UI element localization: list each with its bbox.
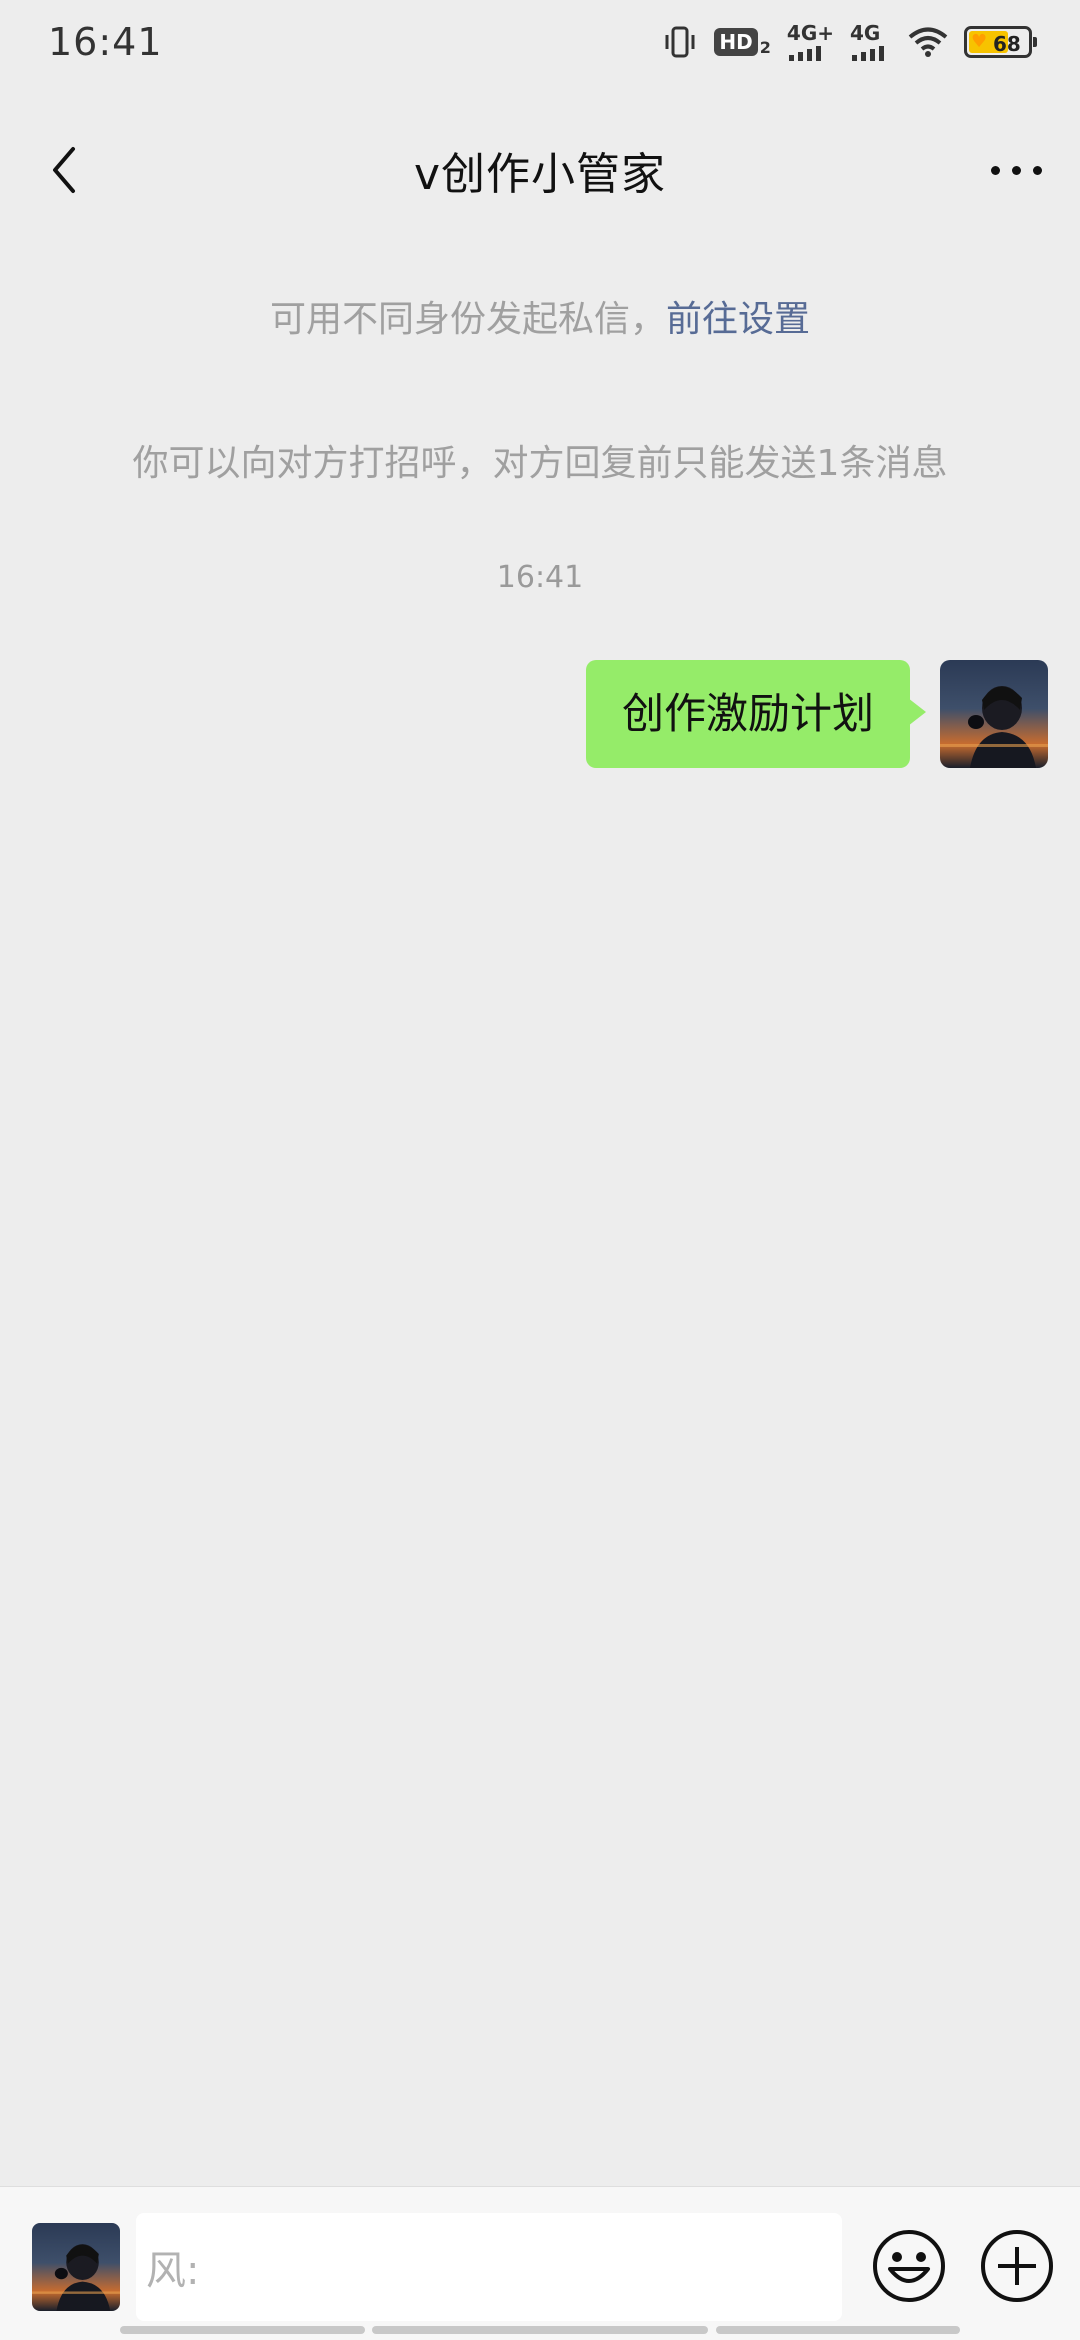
plus-icon [981, 2230, 1053, 2302]
chat-screen: 16:41 HD 2 4G+ 4G ♥ 68 v创作小管家 可用不同身份发起私信… [0, 0, 1080, 2340]
wifi-icon [908, 26, 948, 58]
input-bar: 风: [0, 2186, 1080, 2340]
status-bar: 16:41 HD 2 4G+ 4G ♥ 68 [0, 0, 1080, 84]
battery-level: 68 [993, 32, 1021, 56]
status-icons: HD 2 4G+ 4G ♥ 68 [662, 23, 1037, 61]
home-indicator [120, 2326, 365, 2334]
hd-icon: HD 2 [714, 28, 771, 56]
nav-bar: v创作小管家 [0, 84, 1080, 256]
page-title: v创作小管家 [413, 149, 667, 200]
back-button[interactable] [36, 140, 92, 200]
identity-notice: 可用不同身份发起私信，前往设置 [0, 290, 1080, 342]
home-indicator [372, 2326, 708, 2334]
emoji-icon [873, 2230, 945, 2302]
vibrate-icon [662, 25, 698, 59]
battery-icon: ♥ 68 [964, 26, 1037, 58]
home-indicator [716, 2326, 960, 2334]
message-limit-notice: 你可以向对方打招呼，对方回复前只能发送1条消息 [132, 443, 948, 484]
status-time: 16:41 [48, 20, 163, 64]
more-icon [990, 165, 1000, 175]
message-input[interactable]: 风: [136, 2213, 842, 2321]
chevron-left-icon [53, 147, 75, 193]
identity-notice-text: 可用不同身份发起私信， [269, 299, 666, 340]
settings-link[interactable]: 前往设置 [666, 299, 810, 340]
message-bubble[interactable]: 创作激励计划 [585, 660, 927, 768]
message-timestamp: 16:41 [496, 560, 584, 595]
message-row: 创作激励计划 [585, 660, 1048, 768]
signal-icon: 4G+ [787, 23, 834, 61]
more-button[interactable] [976, 140, 1056, 200]
avatar[interactable] [940, 660, 1048, 768]
identity-avatar[interactable] [32, 2223, 120, 2311]
plus-button[interactable] [978, 2227, 1056, 2305]
emoji-button[interactable] [870, 2227, 948, 2305]
signal-icon: 4G [850, 23, 892, 61]
